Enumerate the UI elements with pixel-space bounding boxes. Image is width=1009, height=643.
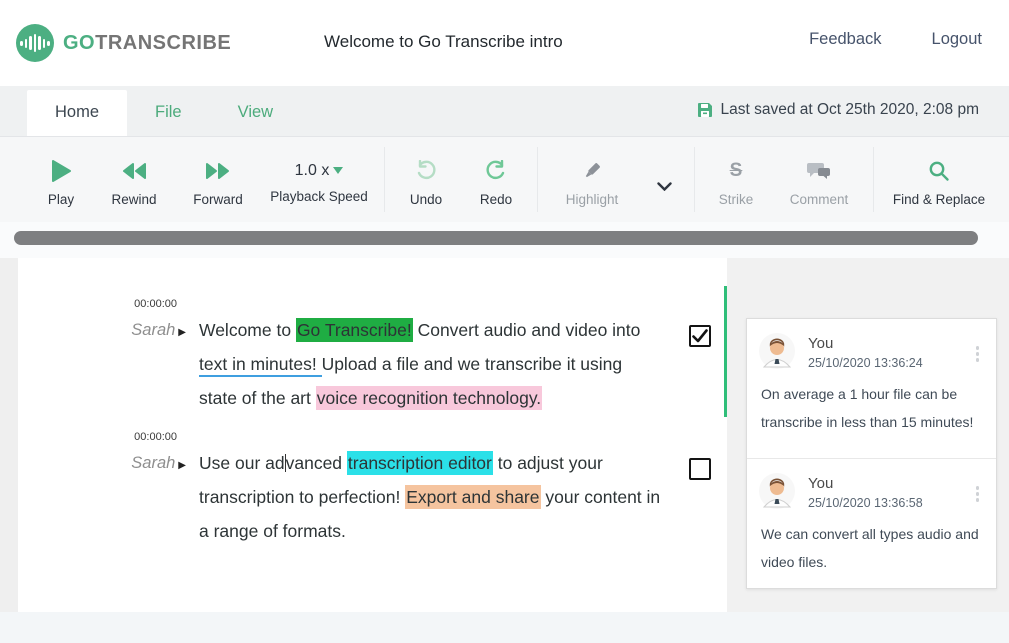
- comments-card: You 25/10/2020 13:36:24 On average a 1 h…: [746, 318, 997, 589]
- toolbar-divider: [694, 147, 695, 212]
- find-replace-button[interactable]: Find & Replace: [880, 137, 998, 222]
- paragraph-text[interactable]: Welcome to Go Transcribe! Convert audio …: [199, 313, 640, 415]
- tab-home[interactable]: Home: [27, 90, 127, 136]
- avatar: [759, 473, 795, 509]
- transcript-editor[interactable]: 00:00:00 Sarah▶ Welcome to Go Transcribe…: [18, 258, 727, 612]
- rewind-button[interactable]: Rewind: [92, 137, 176, 222]
- search-icon: [928, 159, 950, 183]
- logo-text: GOTRANSCRIBE: [63, 32, 231, 55]
- tab-file[interactable]: File: [127, 90, 210, 136]
- comment-timestamp: 25/10/2020 13:36:58: [808, 496, 923, 510]
- chevron-down-icon: [657, 175, 672, 199]
- strikethrough-icon: S: [730, 160, 743, 182]
- playback-speed-button[interactable]: 1.0 x Playback Speed: [260, 137, 378, 222]
- tab-view[interactable]: View: [210, 90, 301, 136]
- comment-item: You 25/10/2020 13:36:24 On average a 1 h…: [747, 319, 996, 448]
- menu-bar: Home File View Last saved at Oct 25th 20…: [0, 86, 1009, 137]
- comment-timestamp: 25/10/2020 13:36:24: [808, 356, 923, 370]
- highlighter-icon: [580, 159, 604, 183]
- waveform-icon: [16, 24, 54, 62]
- timestamp: 00:00:00: [18, 298, 199, 310]
- feedback-link[interactable]: Feedback: [809, 30, 881, 49]
- caret-down-icon: [333, 167, 343, 174]
- comment-author: You: [808, 333, 923, 352]
- rewind-icon: [121, 159, 147, 183]
- app-logo[interactable]: GOTRANSCRIBE: [16, 24, 231, 62]
- paragraph-checkbox[interactable]: [689, 458, 711, 480]
- transcript-paragraphs: 00:00:00 Sarah▶ Welcome to Go Transcribe…: [18, 298, 727, 548]
- logout-link[interactable]: Logout: [932, 30, 982, 49]
- toolbar-divider: [537, 147, 538, 212]
- speaker-name: Sarah: [131, 321, 175, 339]
- comment-menu-button[interactable]: [973, 343, 983, 365]
- speaker-label[interactable]: Sarah▶: [18, 446, 199, 548]
- speed-value: 1.0 x: [295, 162, 330, 180]
- toolbar-divider: [873, 147, 874, 212]
- undo-button[interactable]: Undo: [391, 137, 461, 222]
- timestamp: 00:00:00: [18, 431, 199, 443]
- comment-author: You: [808, 473, 923, 492]
- app-header: GOTRANSCRIBE Welcome to Go Transcribe in…: [0, 0, 1009, 86]
- last-saved-status: Last saved at Oct 25th 2020, 2:08 pm: [697, 101, 980, 119]
- audio-seek-bar[interactable]: [14, 231, 978, 245]
- seek-row: [0, 222, 1009, 258]
- checkmark-icon: [692, 329, 708, 343]
- undo-icon: [415, 159, 437, 183]
- last-saved-text: Last saved at Oct 25th 2020, 2:08 pm: [721, 101, 980, 119]
- comment-bubbles-icon: [806, 159, 832, 183]
- speaker-caret-icon: ▶: [178, 460, 186, 471]
- speaker-label[interactable]: Sarah▶: [18, 313, 199, 415]
- comment-text: We can convert all types audio and video…: [759, 510, 984, 586]
- redo-button[interactable]: Redo: [461, 137, 531, 222]
- toolbar-divider: [384, 147, 385, 212]
- editor-toolbar: Play Rewind Forward 1.0 x Playback Speed…: [0, 137, 1009, 222]
- transcript-paragraph: 00:00:00 Sarah▶ Use our advanced transcr…: [18, 431, 727, 548]
- transcript-paragraph: 00:00:00 Sarah▶ Welcome to Go Transcribe…: [18, 298, 727, 415]
- avatar: [759, 333, 795, 369]
- speaker-name: Sarah: [131, 454, 175, 472]
- strike-button[interactable]: S Strike: [701, 137, 771, 222]
- comments-pane: You 25/10/2020 13:36:24 On average a 1 h…: [727, 258, 1009, 612]
- comment-text: On average a 1 hour file can be transcri…: [759, 370, 984, 446]
- play-button[interactable]: Play: [30, 137, 92, 222]
- expand-toolbar-button[interactable]: [640, 137, 688, 222]
- redo-icon: [485, 159, 507, 183]
- forward-icon: [205, 159, 231, 183]
- highlight-button[interactable]: Highlight: [544, 137, 640, 222]
- play-icon: [50, 159, 72, 183]
- comment-item: You 25/10/2020 13:36:58 We can convert a…: [747, 458, 996, 588]
- forward-button[interactable]: Forward: [176, 137, 260, 222]
- footer-strip: [0, 612, 1009, 643]
- comment-menu-button[interactable]: [973, 483, 983, 505]
- comment-button[interactable]: Comment: [771, 137, 867, 222]
- page-title: Welcome to Go Transcribe intro: [324, 32, 563, 52]
- left-gutter: [0, 258, 18, 612]
- speaker-caret-icon: ▶: [178, 327, 186, 338]
- paragraph-text[interactable]: Use our advanced transcription editor to…: [199, 446, 660, 548]
- save-icon: [697, 102, 713, 118]
- paragraph-checkbox[interactable]: [689, 325, 711, 347]
